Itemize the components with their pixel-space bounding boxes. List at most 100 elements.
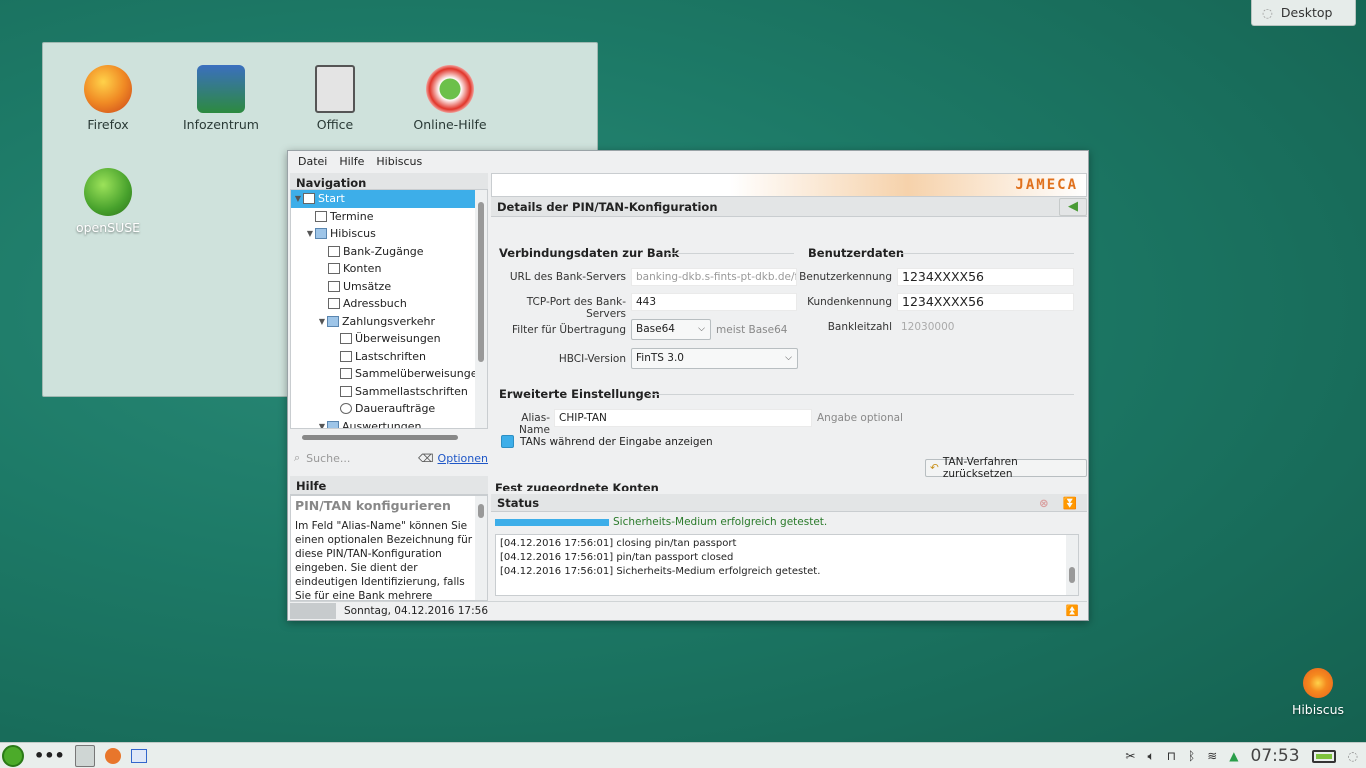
menu-hibiscus[interactable]: Hibiscus	[370, 155, 428, 168]
collapse-arrow-icon[interactable]: ▼	[317, 422, 327, 428]
reset-tan-button[interactable]: ↶ TAN-Verfahren zurücksetzen	[925, 456, 1087, 480]
status-title: Status	[497, 495, 540, 510]
tree-item-start[interactable]: ▼ Start	[291, 190, 487, 208]
close-icon[interactable]: ⊗	[1039, 496, 1049, 510]
customer-id-field[interactable]: 1234XXXX56	[897, 293, 1074, 311]
log-line: [04.12.2016 17:56:01] Sicherheits-Medium…	[500, 566, 821, 577]
infozentrum-shortcut[interactable]: Infozentrum	[171, 65, 271, 132]
filter-select[interactable]: Base64 ⌵	[631, 319, 711, 340]
taskbar: ••• ✂ 🔈︎ ⊓ ᛒ ≋ ▲ 07:53 ◌	[0, 742, 1366, 768]
divider	[901, 253, 1074, 254]
back-button[interactable]: ◀	[1059, 197, 1087, 216]
tree-item-auswertungen[interactable]: ▼ Auswertungen	[291, 418, 487, 428]
tree-item-dauerauftraege[interactable]: Daueraufträge	[291, 400, 487, 418]
filter-hint: meist Base64	[716, 324, 788, 336]
accounts-icon	[328, 263, 340, 275]
battery-icon[interactable]	[1311, 749, 1336, 763]
infozentrum-icon	[197, 65, 245, 113]
search-icon: ⌕	[294, 451, 301, 464]
hibiscus-flower-icon	[1303, 668, 1333, 698]
opensuse-shortcut[interactable]: openSUSE	[58, 168, 158, 235]
collapse-icon[interactable]: ⏬	[1063, 496, 1077, 510]
menu-datei[interactable]: Datei	[292, 155, 333, 168]
pager-icon[interactable]	[74, 744, 95, 767]
clock[interactable]: 07:53	[1251, 746, 1300, 766]
menu-bar: Datei Hilfe Hibiscus	[288, 151, 1088, 171]
more-icon[interactable]: •••	[34, 746, 65, 765]
filter-label: Filter für Übertragung	[512, 324, 626, 336]
tray-expand-icon[interactable]: ▲	[1229, 749, 1238, 763]
url-field[interactable]: banking-dkb.s-fints-pt-dkb.de/fints	[631, 268, 797, 286]
clear-search-icon[interactable]: ⌫	[418, 452, 434, 465]
bluetooth-icon[interactable]: ᛒ	[1188, 749, 1195, 763]
tree-item-adressbuch[interactable]: Adressbuch	[291, 295, 487, 313]
tree-item-label: Lastschriften	[355, 349, 426, 363]
options-link[interactable]: Optionen	[438, 452, 488, 465]
jameica-logo: JAMECA	[1015, 177, 1078, 193]
collapse-arrow-icon[interactable]: ▼	[293, 194, 303, 203]
menu-hilfe[interactable]: Hilfe	[333, 155, 370, 168]
tree-item-zahlungsverkehr[interactable]: ▼ Zahlungsverkehr	[291, 313, 487, 331]
notifications-icon[interactable]: ◌	[1348, 749, 1358, 763]
tree-item-umsaetze[interactable]: Umsätze	[291, 278, 487, 296]
reset-tan-label: TAN-Verfahren zurücksetzen	[942, 456, 1018, 480]
show-tan-checkbox[interactable]: TANs während der Eingabe anzeigen	[501, 435, 713, 448]
firefox-task-icon[interactable]	[104, 747, 121, 764]
port-field[interactable]: 443	[631, 293, 797, 311]
tree-item-konten[interactable]: Konten	[291, 260, 487, 278]
hibiscus-window: Datei Hilfe Hibiscus Navigation ▼ Start T…	[287, 150, 1089, 621]
checkbox-checked[interactable]	[501, 435, 514, 448]
help-heading: PIN/TAN konfigurieren	[295, 498, 451, 513]
hibiscus-task-icon[interactable]	[130, 748, 147, 763]
debit-icon	[340, 350, 352, 362]
status-indicator	[290, 602, 336, 619]
volume-icon[interactable]: 🔈︎	[1147, 749, 1154, 764]
desktop-button[interactable]: ◌ Desktop	[1251, 0, 1356, 26]
undo-arrow-icon: ↶	[930, 462, 939, 474]
tree-horizontal-scrollbar[interactable]	[290, 432, 488, 442]
scrollbar-thumb[interactable]	[1069, 567, 1075, 583]
tree-item-label: Hibiscus	[330, 227, 376, 241]
customer-id-label: Kundenkennung	[807, 296, 892, 308]
tree-item-hibiscus[interactable]: ▼ Hibiscus	[291, 225, 487, 243]
wifi-icon[interactable]: ≋	[1207, 749, 1217, 763]
tree-item-bank-zugaenge[interactable]: Bank-Zugänge	[291, 243, 487, 261]
tree-item-termine[interactable]: Termine	[291, 208, 487, 226]
accounts-group-title: Fest zugeordnete Konten	[495, 481, 659, 491]
start-menu-icon[interactable]	[2, 744, 24, 767]
footer-date: Sonntag, 04.12.2016 17:56	[344, 604, 489, 617]
left-pane: Navigation ▼ Start Termine ▼ Hibiscus Bank…	[290, 173, 488, 601]
collapse-arrow-icon[interactable]: ▼	[305, 229, 315, 238]
log-line: [04.12.2016 17:56:01] closing pin/tan pa…	[500, 538, 737, 549]
scrollbar-thumb[interactable]	[478, 504, 484, 518]
tree-vertical-scrollbar[interactable]	[475, 190, 487, 428]
tree-item-lastschriften[interactable]: Lastschriften	[291, 348, 487, 366]
user-id-field[interactable]: 1234XXXX56	[897, 268, 1074, 286]
office-shortcut[interactable]: Office	[285, 65, 385, 132]
help-scrollbar[interactable]	[475, 496, 487, 600]
chevron-down-icon: ⌵	[785, 353, 792, 363]
network-connections-icon[interactable]: ⊓	[1167, 749, 1176, 763]
tree-item-label: Daueraufträge	[355, 402, 436, 416]
tree-item-sammellastschriften[interactable]: Sammellastschriften	[291, 383, 487, 401]
tools-tray-icon[interactable]: ✂	[1125, 749, 1135, 763]
hbci-select[interactable]: FinTS 3.0 ⌵	[631, 348, 798, 369]
main-pane: JAMECA Details der PIN/TAN-Konfiguration…	[491, 173, 1087, 491]
tree-item-sammelueberweisungen[interactable]: Sammelüberweisungen	[291, 365, 487, 383]
tree-item-label: Start	[318, 192, 345, 206]
expand-icon[interactable]: ⏫	[1066, 604, 1087, 617]
log-scrollbar[interactable]	[1066, 535, 1078, 595]
scrollbar-thumb[interactable]	[478, 202, 484, 362]
firefox-shortcut[interactable]: Firefox	[58, 65, 158, 132]
scrollbar-thumb[interactable]	[302, 435, 458, 440]
hibiscus-shortcut[interactable]: Hibiscus	[1268, 668, 1366, 717]
alias-label: Alias-Name	[519, 412, 550, 436]
battery-level	[1315, 753, 1332, 759]
online-help-shortcut[interactable]: Online-Hilfe	[400, 65, 500, 132]
tree-item-label: Termine	[330, 209, 374, 223]
collapse-arrow-icon[interactable]: ▼	[317, 317, 327, 326]
tree-item-ueberweisungen[interactable]: Überweisungen	[291, 330, 487, 348]
search-input[interactable]: ⌕ Suche...	[290, 449, 418, 467]
tree-item-label: Adressbuch	[343, 297, 407, 311]
alias-field[interactable]: CHIP-TAN	[554, 409, 812, 427]
